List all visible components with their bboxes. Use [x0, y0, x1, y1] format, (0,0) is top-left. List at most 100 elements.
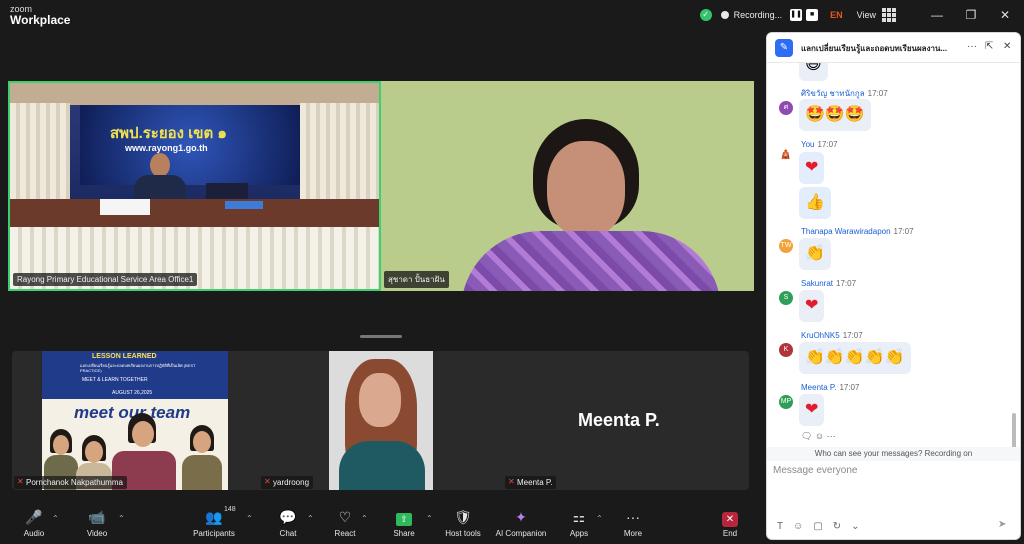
slide-title: LESSON LEARNED — [92, 353, 157, 360]
view-button[interactable]: View — [857, 10, 876, 20]
chat-privacy-notice[interactable]: Who can see your messages? Recording on — [767, 447, 1020, 461]
participant-name-tag: Rayong Primary Educational Service Area … — [13, 273, 198, 286]
chat-header: ✎ แลกเปลี่ยนเรียนรู้และถอดบทเรียนผลงาน..… — [767, 33, 1020, 63]
emoji-icon[interactable]: ☺ — [793, 521, 803, 532]
audio-label: Audio — [23, 529, 45, 538]
ai-companion-button[interactable]: ✦ AI Companion — [493, 506, 549, 538]
format-text-icon[interactable]: T — [777, 521, 783, 532]
title-bar-controls: ✓ Recording... ❚❚ ■ EN View — ❐ ✕ — [699, 0, 1024, 30]
host-tools-button[interactable]: 🛡 Host tools — [435, 506, 491, 538]
participants-options-chevron-icon[interactable]: ⌃ — [246, 514, 253, 523]
share-button[interactable]: ⇧ Share — [376, 506, 432, 538]
speaker-person — [130, 153, 190, 205]
audio-options-chevron-icon[interactable]: ⌃ — [52, 514, 59, 523]
chat-format-tools: T ☺ ▢ ↻ ⌄ — [777, 521, 860, 532]
message-bubble[interactable]: 😄 — [799, 63, 828, 81]
strip-name-text: yardroong — [273, 478, 310, 487]
more-tools-chevron-icon[interactable]: ⌄ — [851, 521, 859, 532]
language-interpretation[interactable]: EN — [830, 10, 843, 20]
title-bar: zoom Workplace ✓ Recording... ❚❚ ■ EN Vi… — [0, 0, 1024, 30]
host-tools-label: Host tools — [445, 529, 481, 538]
message-bubble[interactable]: 👏 — [799, 238, 831, 270]
react-label: React — [334, 529, 356, 538]
file-icon[interactable]: ▢ — [813, 521, 822, 532]
sender-name: ศิริขวัญ ชาทนักกูล — [801, 89, 865, 98]
message-time: 17:07 — [842, 331, 863, 340]
message-bubble[interactable]: ❤ — [799, 394, 825, 426]
screenshot-icon[interactable]: ↻ — [833, 521, 841, 532]
security-shield-icon[interactable]: ✓ — [699, 9, 712, 21]
send-icon[interactable]: ➤ — [998, 519, 1012, 533]
message-sender: You 17:07 — [801, 140, 838, 149]
view-grid-icon[interactable] — [882, 8, 896, 22]
minimize-button[interactable]: — — [922, 8, 952, 22]
strip-name-tag: ✕ Pornchanok Nakpathumma — [14, 476, 127, 489]
avatar: S — [779, 291, 793, 305]
more-label: More — [623, 529, 643, 538]
table-top — [10, 199, 379, 227]
end-meeting-icon: ✕ — [702, 506, 758, 528]
share-label: Share — [393, 529, 415, 538]
sender-name: Meenta P. — [801, 383, 837, 392]
logo-bottom: Workplace — [10, 13, 71, 27]
chat-more-button[interactable]: ··· — [967, 41, 977, 52]
chat-message-input[interactable]: Message everyone — [773, 465, 858, 476]
participants-label: Participants — [193, 529, 235, 538]
banner-title: สพป.ระยอง เขต ๑ — [110, 125, 227, 142]
message-bubble[interactable]: 👏👏👏👏👏 — [799, 342, 911, 374]
participant-shirt — [339, 441, 425, 490]
chat-close-button[interactable]: ✕ — [1003, 41, 1011, 52]
zoom-window: zoom Workplace ✓ Recording... ❚❚ ■ EN Vi… — [0, 0, 1024, 544]
chat-edit-icon[interactable]: ✎ — [775, 39, 793, 57]
avatar: K — [779, 343, 793, 357]
more-dots-icon: ··· — [626, 509, 640, 525]
apps-label: Apps — [569, 529, 589, 538]
mic-muted-icon: ✕ — [508, 477, 515, 486]
end-button[interactable]: ✕ End — [702, 506, 758, 538]
chat-popout-button[interactable]: ⇱ — [985, 41, 993, 52]
sparkle-icon: ✦ — [515, 509, 527, 525]
message-sender: Sakunrat 17:07 — [801, 279, 856, 288]
strip-name-text: Pornchanok Nakpathumma — [26, 478, 123, 487]
avatar: TW — [779, 239, 793, 253]
video-tile-suchada[interactable]: สุชาดา ปั้นธาฝัน — [381, 81, 754, 291]
strip-name-text: Meenta P. — [517, 478, 553, 487]
meeting-toolbar: 🎤 Audio ⌃ 📹 Video ⌃ 👥 Participants 148 ⌃ 💬 C… — [0, 500, 766, 544]
message-time: 17:07 — [839, 383, 860, 392]
message-time: 17:07 — [893, 227, 914, 236]
end-label: End — [722, 529, 738, 538]
gallery-strip: LESSON LEARNED แลกเปลี่ยนเรียนรู้และถอดบ… — [12, 351, 749, 490]
message-time: 17:07 — [836, 279, 857, 288]
message-bubble[interactable]: 👍 — [799, 187, 831, 219]
slide-tagline: MEET & LEARN TOGETHER — [82, 377, 148, 383]
team-shirt — [182, 455, 222, 490]
message-bubble[interactable]: ❤ — [799, 290, 825, 322]
chat-options-chevron-icon[interactable]: ⌃ — [307, 514, 314, 523]
team-face — [85, 441, 103, 463]
participant-shirt — [461, 231, 721, 291]
video-button[interactable]: 📹 Video — [69, 506, 125, 538]
message-time: 17:07 — [867, 89, 888, 98]
avatar: ศ — [779, 101, 793, 115]
video-tile-yardroong[interactable] — [329, 351, 433, 490]
message-bubble[interactable]: 🤩🤩🤩 — [799, 99, 871, 131]
restore-button[interactable]: ❐ — [956, 8, 986, 22]
message-reaction-bar[interactable]: 🗨 ☺ ··· — [801, 431, 836, 442]
video-tile-rayong-office[interactable]: สพป.ระยอง เขต ๑ www.rayong1.go.th Rayong… — [8, 81, 381, 291]
react-options-chevron-icon[interactable]: ⌃ — [361, 514, 368, 523]
video-options-chevron-icon[interactable]: ⌃ — [118, 514, 125, 523]
message-bubble[interactable]: ❤ — [799, 152, 825, 184]
share-options-chevron-icon[interactable]: ⌃ — [426, 514, 433, 523]
message-time: 17:07 — [817, 140, 838, 149]
apps-options-chevron-icon[interactable]: ⌃ — [596, 514, 603, 523]
gallery-resize-handle[interactable] — [360, 335, 402, 338]
more-button[interactable]: ··· More — [605, 506, 661, 538]
close-window-button[interactable]: ✕ — [990, 8, 1020, 22]
laptop — [225, 201, 263, 209]
speaker-head — [150, 153, 170, 177]
shared-slide-video[interactable]: LESSON LEARNED แลกเปลี่ยนเรียนรู้และถอดบ… — [42, 351, 228, 490]
video-label: Video — [86, 529, 108, 538]
mic-muted-icon: ✕ — [264, 477, 271, 486]
pause-recording-icon[interactable]: ❚❚ — [790, 9, 803, 21]
stop-recording-icon[interactable]: ■ — [806, 9, 819, 21]
